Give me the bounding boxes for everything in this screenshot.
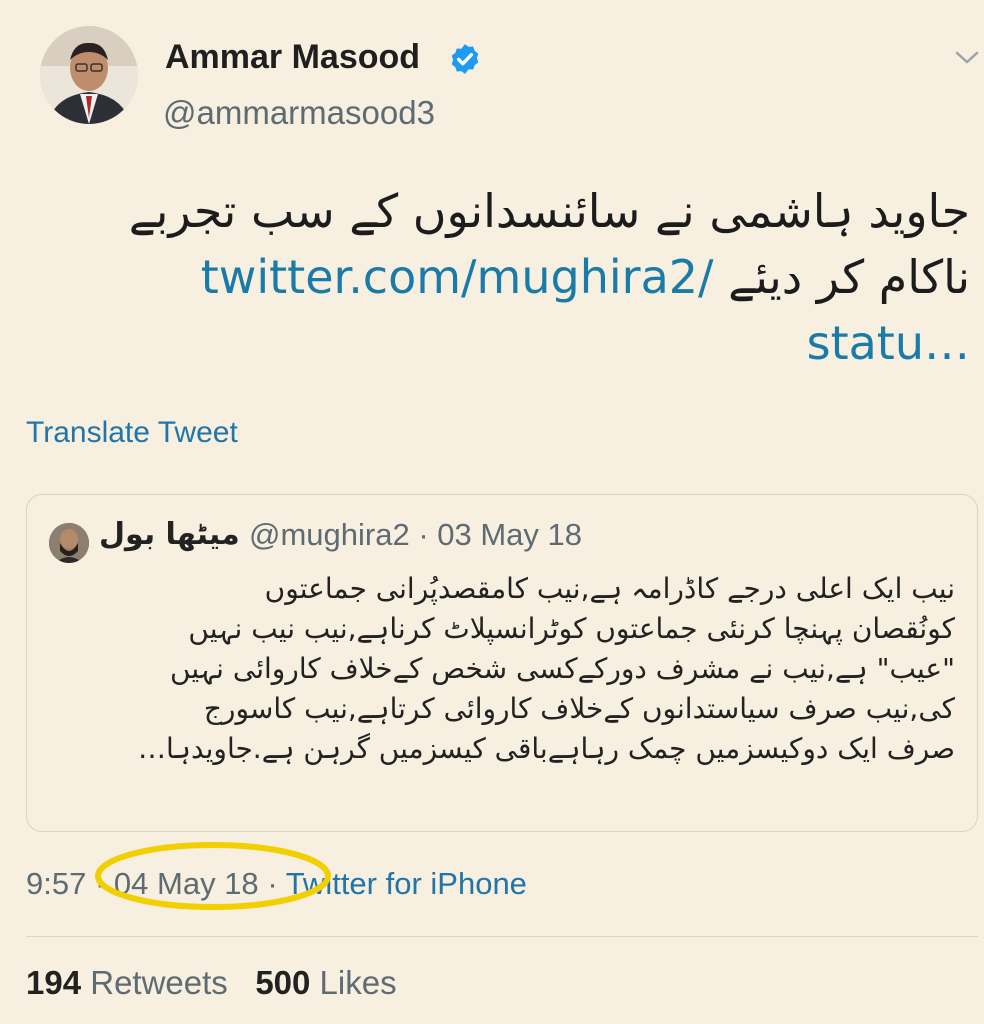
tweet-stats: 194 Retweets 500 Likes [26,964,397,1002]
tweet-text: جاوید ہاشمی نے سائنسدانوں کے سب تجربے نا… [60,178,970,376]
likes-label: Likes [319,964,397,1001]
quoted-text-line: کونُقصان پہنچا کرنئی جماعتوں کوٹرانسپلاٹ… [188,612,955,645]
chevron-down-icon[interactable] [954,48,980,68]
retweets-label: Retweets [90,964,228,1001]
retweets-count: 194 [26,964,82,1001]
quoted-text-line: صرف ایک دوکیسزمیں چمک رہاہےباقی کیسزمیں … [138,732,955,765]
author-name[interactable]: Ammar Masood [165,38,420,77]
highlight-circle-annotation [95,842,331,910]
tweet-text-fragment: ناکام کر دیئے [728,250,970,304]
quoted-text-line: کی,نیب صرف سیاستدانوں کےخلاف کاروائی کرت… [203,692,955,725]
author-handle[interactable]: @ammarmasood3 [163,94,435,132]
quoted-text-line: "عیب" ہے,نیب نے مشرف دورکےکسی شخص کےخلاف… [170,652,955,685]
tweet-link-continued[interactable]: statu… [807,316,970,370]
likes-stat[interactable]: 500 Likes [255,964,396,1001]
quoted-author-avatar [49,523,89,563]
quoted-text-line: نیب ایک اعلی درجے کاڈرامہ ہے,نیب کامقصدپ… [264,572,955,605]
quoted-tweet[interactable]: میٹھا بول @mughira2 · 03 May 18 نیب ایک … [26,494,978,832]
quoted-author-name: میٹھا بول [99,517,240,552]
retweets-stat[interactable]: 194 Retweets [26,964,228,1001]
author-avatar[interactable] [40,26,138,124]
tweet-time[interactable]: 9:57 [26,866,86,901]
tweet-text-line: ناکام کر دیئے twitter.com/mughira2/ [60,244,970,310]
verified-badge-icon [451,44,479,74]
tweet-link[interactable]: twitter.com/mughira2/ [201,250,714,304]
divider [26,936,978,937]
quoted-handle-date: @mughira2 · 03 May 18 [249,517,583,552]
tweet-text-line: statu… [60,310,970,376]
likes-count: 500 [255,964,311,1001]
translate-tweet-link[interactable]: Translate Tweet [26,416,238,450]
tweet-text-line: جاوید ہاشمی نے سائنسدانوں کے سب تجربے [128,184,970,238]
quoted-tweet-text: نیب ایک اعلی درجے کاڈرامہ ہے,نیب کامقصدپ… [53,569,955,769]
